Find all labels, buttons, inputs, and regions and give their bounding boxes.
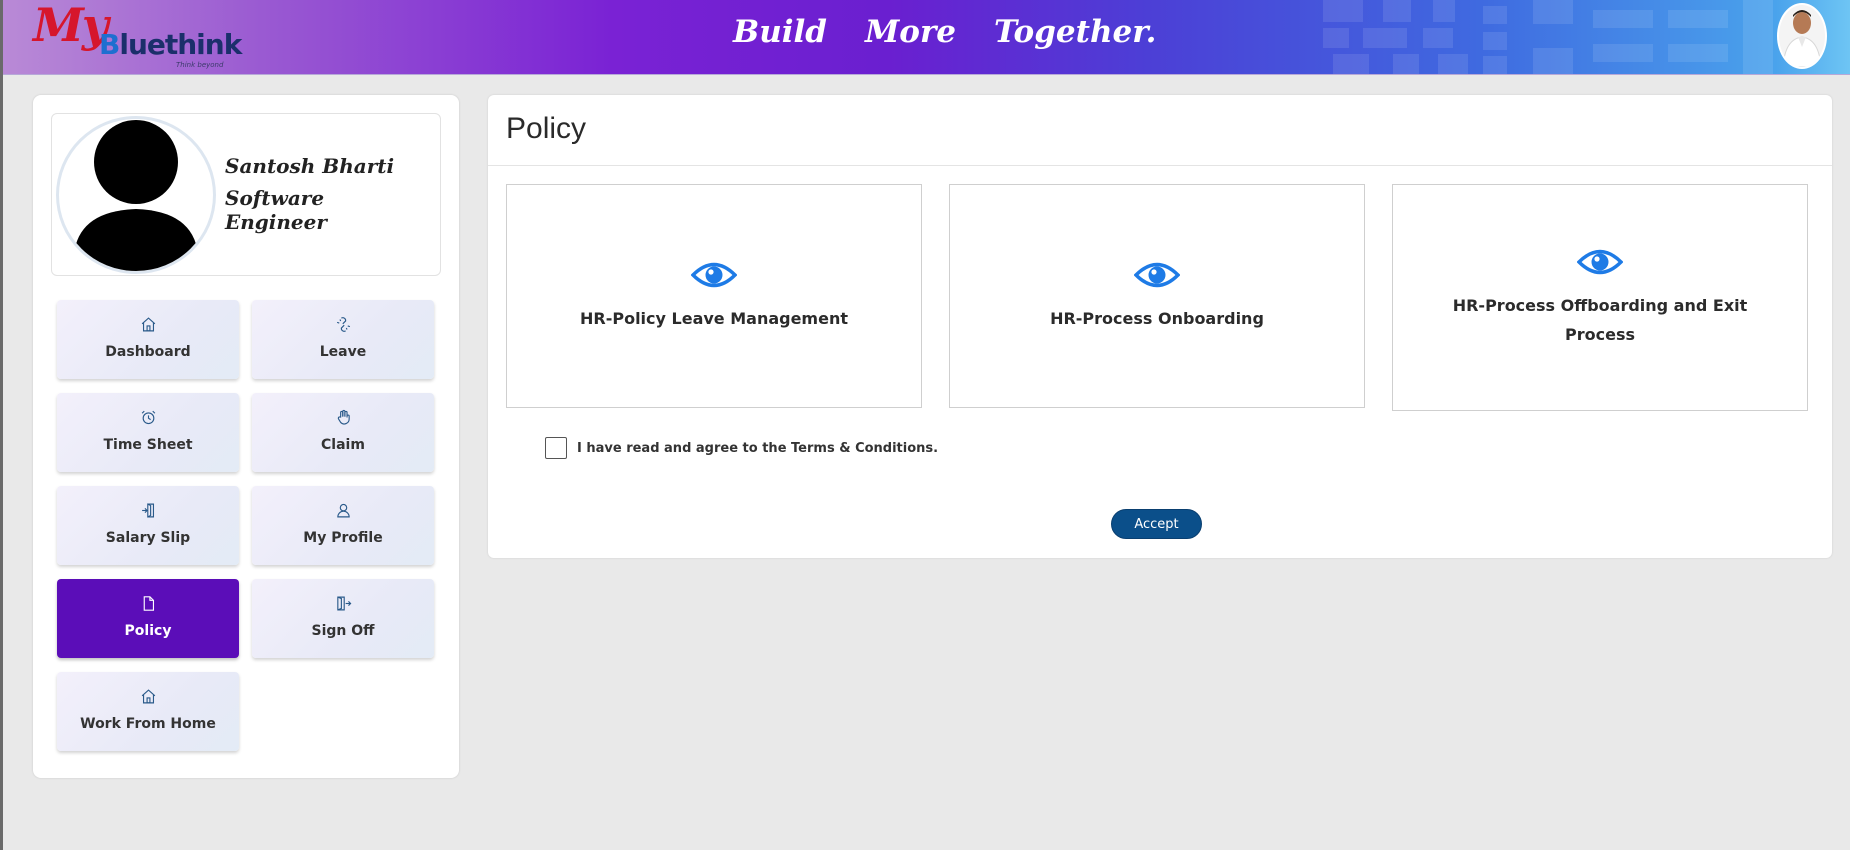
menu-label: Leave (319, 344, 367, 360)
sidebar: Santosh Bharti Software Engineer Dashboa… (33, 95, 459, 778)
menu-label: Claim (321, 437, 365, 453)
menu-item-time-sheet[interactable]: Time Sheet (57, 393, 239, 472)
menu-item-claim[interactable]: Claim (252, 393, 434, 472)
default-avatar-icon (74, 120, 198, 271)
policy-card-offboarding[interactable]: HR-Process Offboarding and Exit Process (1392, 184, 1808, 411)
accept-button[interactable]: Accept (1111, 509, 1202, 539)
menu-label: Time Sheet (103, 437, 193, 453)
menu-item-dashboard[interactable]: Dashboard (57, 300, 239, 379)
document-icon (139, 594, 157, 612)
menu-item-my-profile[interactable]: My Profile (252, 486, 434, 565)
menu-label: Salary Slip (105, 530, 191, 546)
terms-agreement: I have read and agree to the Terms & Con… (545, 437, 938, 459)
home-icon (139, 687, 157, 705)
policy-card-title: HR-Process Offboarding and Exit Process (1452, 295, 1748, 344)
profile-name: Santosh Bharti (225, 154, 395, 178)
eye-icon (1134, 262, 1180, 287)
alarm-clock-icon (139, 408, 157, 426)
page-title: Policy (506, 112, 587, 145)
logo-my: My (33, 0, 109, 52)
logo-tagline: Think beyond (176, 61, 224, 69)
user-photo (1779, 5, 1825, 67)
policy-card-title: HR-Process Onboarding (1050, 308, 1264, 328)
menu-label: My Profile (303, 530, 383, 546)
banner-pattern (1203, 0, 1850, 74)
salary-slip-icon (139, 501, 157, 519)
home-icon (139, 315, 157, 333)
divider (488, 165, 1832, 166)
user-avatar[interactable] (1777, 3, 1827, 69)
menu-item-work-from-home[interactable]: Work From Home (57, 672, 239, 751)
logo-brand: Bluethink (99, 28, 242, 61)
terms-label: I have read and agree to the Terms & Con… (577, 440, 939, 456)
menu-item-salary-slip[interactable]: Salary Slip (57, 486, 239, 565)
profile-role: Software Engineer (225, 186, 327, 234)
tagline-word: Together. (994, 14, 1157, 50)
tagline-word: Build (733, 14, 827, 50)
menu-item-sign-off[interactable]: Sign Off (252, 579, 434, 658)
terms-checkbox[interactable] (545, 437, 567, 459)
user-icon (334, 501, 352, 519)
sidebar-menu: Dashboard Leave Time Sheet Claim Salary … (57, 300, 442, 751)
menu-item-policy[interactable]: Policy (57, 579, 239, 658)
banner-tagline: Build More Together. (733, 14, 1156, 62)
eye-icon (691, 262, 737, 287)
hand-icon (334, 408, 352, 426)
top-banner: My Bluethink Think beyond Build More Tog… (3, 0, 1850, 75)
profile-card: Santosh Bharti Software Engineer (51, 113, 441, 276)
app-logo[interactable]: My Bluethink Think beyond (33, 0, 242, 70)
menu-label: Policy (124, 623, 172, 639)
policy-card-title: HR-Policy Leave Management (580, 308, 848, 328)
menu-label: Work From Home (80, 716, 216, 732)
profile-info: Santosh Bharti Software Engineer (225, 154, 405, 234)
menu-label: Dashboard (105, 344, 191, 360)
profile-avatar (56, 116, 216, 274)
menu-label: Sign Off (311, 623, 375, 639)
policy-card-onboarding[interactable]: HR-Process Onboarding (949, 184, 1365, 408)
menu-item-leave[interactable]: Leave (252, 300, 434, 379)
sign-off-icon (334, 594, 352, 612)
leave-icon (334, 315, 352, 333)
eye-icon (1577, 249, 1623, 274)
tagline-word: More (864, 14, 957, 50)
policy-card-leave-management[interactable]: HR-Policy Leave Management (506, 184, 922, 408)
policy-panel: Policy HR-Policy Leave Management HR-Pro… (488, 95, 1832, 558)
